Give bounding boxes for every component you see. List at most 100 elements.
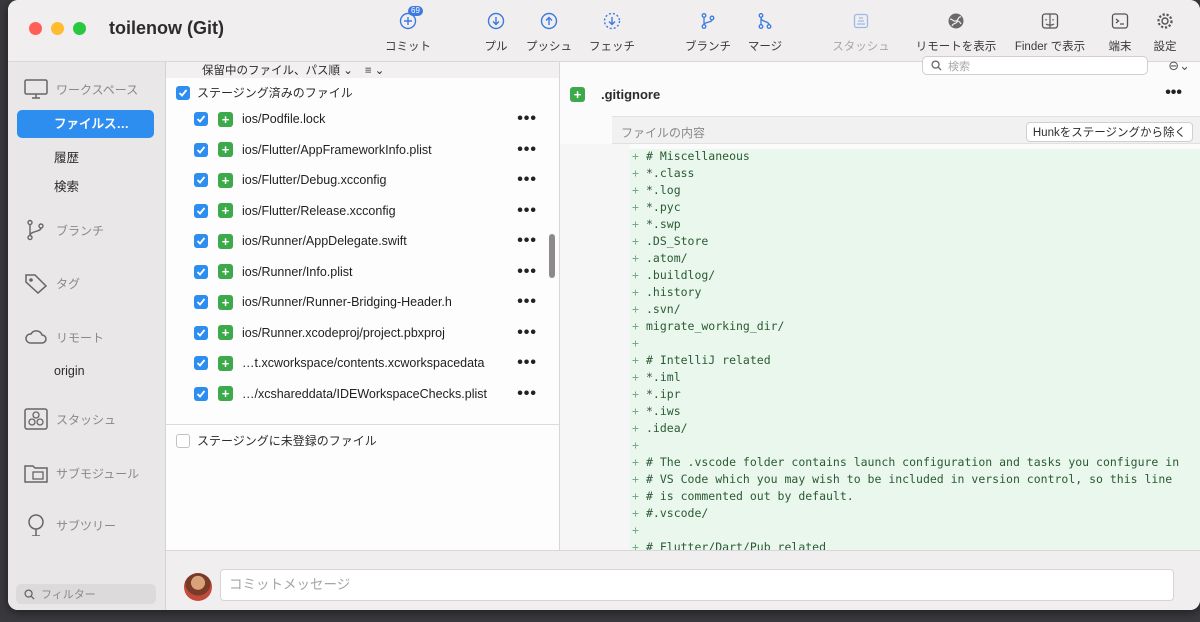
file-row[interactable]: + ios/Flutter/Release.xcconfig •••	[194, 200, 539, 222]
file-stage-checkbox[interactable]	[194, 356, 208, 370]
search-icon	[931, 60, 942, 71]
sidebar-item-history[interactable]: 履歴	[54, 147, 79, 166]
diff-line: + .svn/	[630, 302, 1200, 319]
sidebar-section-submodules[interactable]: サブモジュール	[24, 462, 139, 484]
file-row[interactable]: + ios/Flutter/Debug.xcconfig •••	[194, 169, 539, 191]
file-stage-checkbox[interactable]	[194, 295, 208, 309]
added-line-marker: +	[632, 421, 639, 435]
file-actions-button[interactable]: •••	[517, 171, 537, 189]
file-row[interactable]: + ios/Runner/AppDelegate.swift •••	[194, 230, 539, 252]
file-actions-button[interactable]: •••	[517, 110, 537, 128]
diff-line: + # The .vscode folder contains launch co…	[630, 455, 1200, 472]
staged-files-header[interactable]: ステージング済みのファイル	[176, 84, 353, 101]
search-input[interactable]: 検索	[922, 56, 1148, 75]
file-actions-button[interactable]: •••	[517, 354, 537, 372]
diff-line-text: .svn/	[646, 302, 681, 316]
sidebar-section-branches[interactable]: ブランチ	[24, 219, 104, 241]
sidebar-section-remotes[interactable]: リモート	[24, 326, 104, 348]
file-list-scrollbar[interactable]	[549, 234, 555, 278]
file-row[interactable]: + …/xcshareddata/IDEWorkspaceChecks.plist…	[194, 383, 539, 405]
file-row[interactable]: + ios/Podfile.lock •••	[194, 108, 539, 130]
file-row[interactable]: + ios/Runner/Info.plist •••	[194, 261, 539, 283]
commit-message-input[interactable]: コミットメッセージ	[220, 569, 1174, 601]
commit-button[interactable]: 69 コミット	[363, 6, 453, 54]
sidebar-section-tags[interactable]: タグ	[24, 272, 80, 294]
file-actions-button[interactable]: •••	[517, 232, 537, 250]
sort-order-dropdown[interactable]: 保留中のファイル、パス順 ⌄	[202, 62, 353, 78]
diff-line: + *.class	[630, 166, 1200, 183]
diff-line: + # is commented out by default.	[630, 489, 1200, 506]
added-line-marker: +	[632, 438, 639, 452]
stash-icon	[851, 10, 871, 32]
file-row[interactable]: + ios/Runner.xcodeproj/project.pbxproj •••	[194, 322, 539, 344]
staged-all-checkbox[interactable]	[176, 85, 190, 100]
file-actions-button[interactable]: •••	[517, 141, 537, 159]
file-path: ios/Podfile.lock	[242, 112, 326, 126]
commit-label: コミット	[385, 41, 431, 53]
chevron-down-icon: ⌄	[374, 65, 385, 77]
file-stage-checkbox[interactable]	[194, 264, 208, 279]
file-stage-checkbox[interactable]	[194, 386, 208, 401]
minimize-window-button[interactable]	[51, 22, 64, 35]
more-options-icon[interactable]: ⊖⌄	[1168, 58, 1190, 74]
list-view-toggle[interactable]: ≡ ⌄	[365, 63, 385, 77]
settings-button[interactable]: 設定	[1120, 10, 1200, 54]
stash-icon	[24, 408, 48, 430]
added-line-marker: +	[632, 489, 639, 503]
merge-button[interactable]: マージ	[720, 10, 810, 54]
file-actions-button[interactable]: •••	[517, 263, 537, 281]
sort-order-label: 保留中のファイル、パス順	[202, 65, 340, 77]
diff-line: + *.log	[630, 183, 1200, 200]
sidebar-item-file-status[interactable]: ファイルス…	[17, 110, 154, 138]
file-row[interactable]: + …t.xcworkspace/contents.xcworkspacedata…	[194, 352, 539, 374]
file-status-pane: 保留中のファイル、パス順 ⌄ ≡ ⌄ ステージング済みのファイル + ios/Po…	[166, 62, 559, 550]
file-stage-checkbox[interactable]	[194, 142, 208, 157]
zoom-window-button[interactable]	[73, 22, 86, 35]
sidebar-item-search[interactable]: 検索	[54, 176, 79, 195]
close-window-button[interactable]	[29, 22, 42, 35]
diff-line: + *.iml	[630, 370, 1200, 387]
show-remote-button[interactable]: リモートを表示	[911, 10, 1001, 54]
branch-icon	[27, 219, 44, 241]
file-row[interactable]: + ios/Runner/Runner-Bridging-Header.h •••	[194, 291, 539, 313]
unstage-hunk-button[interactable]: Hunkをステージングから除く	[1025, 122, 1193, 142]
sidebar-section-workspace[interactable]: ワークスペース	[24, 78, 138, 100]
file-stage-checkbox[interactable]	[194, 173, 208, 187]
sidebar-section-label: スタッシュ	[56, 412, 117, 427]
file-stage-checkbox[interactable]	[194, 112, 208, 126]
unstaged-all-checkbox[interactable]	[176, 433, 190, 448]
file-path: ios/Flutter/Release.xcconfig	[242, 203, 396, 218]
diff-line: + # Flutter/Dart/Pub related	[630, 540, 1200, 550]
added-file-icon: +	[218, 294, 233, 310]
file-actions-button[interactable]: •••	[517, 202, 537, 220]
fetch-button[interactable]: フェッチ	[567, 10, 657, 54]
diff-line: +	[630, 336, 1200, 353]
file-path: ios/Runner.xcodeproj/project.pbxproj	[242, 325, 445, 340]
sidebar-item-origin[interactable]: origin	[54, 364, 85, 378]
sidebar-section-subtrees[interactable]: サブツリー	[24, 514, 116, 536]
file-path: ios/Runner/Runner-Bridging-Header.h	[242, 295, 452, 309]
finder-icon	[1040, 10, 1060, 32]
unstaged-files-header[interactable]: ステージングに未登録のファイル	[176, 432, 377, 449]
fetch-icon	[602, 10, 622, 32]
file-stage-checkbox[interactable]	[194, 234, 208, 248]
diff-line-text: *.iml	[646, 370, 681, 384]
added-line-marker: +	[632, 234, 639, 248]
file-stage-checkbox[interactable]	[194, 325, 208, 340]
file-row[interactable]: + ios/Flutter/AppFrameworkInfo.plist •••	[194, 139, 539, 161]
folder-icon	[24, 465, 48, 483]
file-actions-button[interactable]: •••	[517, 324, 537, 342]
diff-line-text: # The .vscode folder contains launch con…	[646, 455, 1180, 469]
file-stage-checkbox[interactable]	[194, 203, 208, 218]
sidebar-section-stashes[interactable]: スタッシュ	[24, 408, 116, 430]
diff-file-actions-button[interactable]: •••	[1165, 84, 1182, 102]
diff-line-text: # IntelliJ related	[646, 353, 771, 367]
file-actions-button[interactable]: •••	[517, 385, 537, 403]
stash-button[interactable]: スタッシュ	[816, 10, 906, 54]
added-line-marker: +	[632, 404, 639, 418]
sidebar-filter-input[interactable]: フィルター	[16, 584, 156, 604]
diff-line-text: # Flutter/Dart/Pub related	[646, 540, 827, 550]
hunk-header: ファイルの内容 Hunkをステージングから除く	[612, 116, 1200, 144]
pull-icon	[486, 10, 506, 32]
file-actions-button[interactable]: •••	[517, 293, 537, 311]
